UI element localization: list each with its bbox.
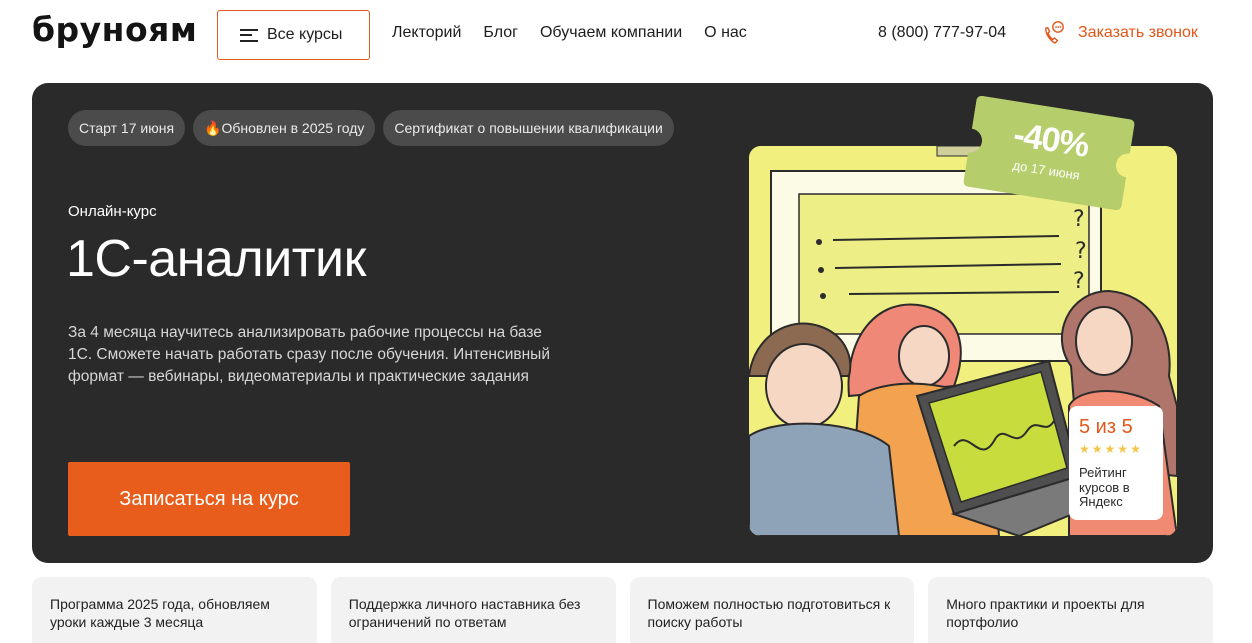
- certificate-tag: Сертификат о повышении квалификации: [383, 110, 674, 146]
- rating-stars: ★ ★ ★ ★ ★: [1079, 443, 1153, 455]
- star-icon: ★: [1117, 442, 1129, 456]
- svg-text:?: ?: [1073, 207, 1085, 232]
- burger-icon: [240, 28, 258, 42]
- updated-tag: 🔥Обновлен в 2025 году: [193, 110, 376, 146]
- main-nav: Лекторий Блог Обучаем компании О нас: [392, 24, 747, 42]
- feature-card-practice: Много практики и проекты для портфолио: [928, 577, 1213, 643]
- rating-label: Рейтинг курсов в Яндекс: [1079, 465, 1130, 509]
- enroll-button[interactable]: Записаться на курс: [68, 462, 350, 536]
- phone-number[interactable]: 8 (800) 777-97-04: [878, 24, 1006, 42]
- feature-card-career: Поможем полностью подготовиться к поиску…: [629, 577, 915, 643]
- feature-card-program: Программа 2025 года, обновляем уроки каж…: [32, 577, 317, 643]
- nav-item-business[interactable]: Обучаем компании: [540, 24, 682, 42]
- star-icon: ★: [1091, 442, 1103, 456]
- svg-text:?: ?: [1073, 269, 1085, 294]
- callback-label: Заказать звонок: [1078, 24, 1198, 41]
- feature-cards: Программа 2025 года, обновляем уроки каж…: [32, 577, 1213, 643]
- feature-card-mentor: Поддержка личного наставника без огранич…: [330, 577, 616, 643]
- nav-item-about[interactable]: О нас: [704, 24, 747, 42]
- course-kicker: Онлайн-курс: [68, 203, 157, 220]
- logo[interactable]: бруноям: [32, 10, 197, 49]
- hero-tags: Старт 17 июня 🔥Обновлен в 2025 году Серт…: [68, 110, 674, 146]
- rating-card: 5 из 5 ★ ★ ★ ★ ★ Рейтинг курсов в Яндекс: [1069, 406, 1163, 520]
- all-courses-label: Все курсы: [267, 26, 343, 43]
- svg-text:?: ?: [1075, 239, 1087, 264]
- star-icon: ★: [1079, 442, 1090, 456]
- start-date-tag: Старт 17 июня: [68, 110, 186, 146]
- star-icon: ★: [1130, 442, 1141, 456]
- star-icon: ★: [1104, 442, 1116, 456]
- phone-chat-icon: [1045, 21, 1064, 44]
- hero-banner: Старт 17 июня 🔥Обновлен в 2025 году Серт…: [32, 83, 1213, 563]
- rating-score: 5 из 5: [1079, 416, 1133, 438]
- course-description: За 4 месяца научитесь анализировать рабо…: [68, 324, 550, 385]
- all-courses-button[interactable]: Все курсы: [217, 10, 370, 60]
- callback-link[interactable]: Заказать звонок: [1042, 20, 1198, 46]
- site-header: бруноям Все курсы Лекторий Блог Обучаем …: [0, 0, 1252, 70]
- nav-item-lectures[interactable]: Лекторий: [392, 24, 461, 42]
- course-title: 1С-аналитик: [66, 230, 366, 288]
- nav-item-blog[interactable]: Блог: [483, 24, 518, 42]
